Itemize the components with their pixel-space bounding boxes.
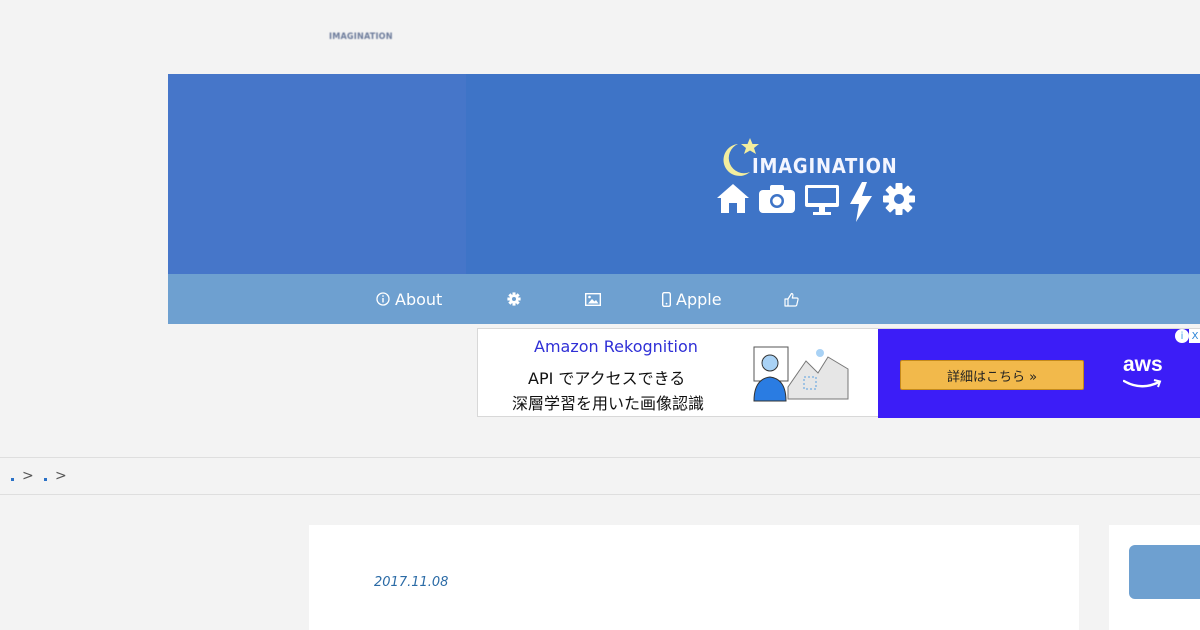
ad-line-2: 深層学習を用いた画像認識 [512, 394, 705, 413]
sidebar-widget [1109, 525, 1200, 630]
ad-illustration [753, 346, 849, 402]
ad-close-icon[interactable]: X [1189, 329, 1200, 343]
nav-item-label: About [395, 289, 443, 309]
gear-icon [507, 292, 521, 306]
post-date: 2017.11.08 [374, 575, 449, 590]
nav-item-likes[interactable] [784, 274, 804, 324]
breadcrumb-link-icon[interactable] [44, 477, 47, 481]
mobile-icon [662, 291, 671, 307]
nav-item-images[interactable] [585, 274, 606, 324]
site-brand-logo[interactable]: IMAGINATION [716, 138, 926, 224]
ad-title: Amazon Rekognition [534, 337, 698, 356]
breadcrumb-category[interactable]: > [44, 458, 67, 494]
main-nav: About Apple [168, 274, 1200, 324]
home-icon [717, 184, 749, 213]
breadcrumb: > > [0, 457, 1200, 495]
ad-line-1: API でアクセスできる [528, 369, 686, 388]
aws-smile-icon [1123, 379, 1162, 388]
nav-item-settings[interactable] [507, 274, 526, 324]
nav-item-apple[interactable]: Apple [662, 274, 722, 324]
breadcrumb-separator: > [22, 468, 34, 484]
ad-cta-panel: 詳細はこちら » aws i X [878, 329, 1200, 418]
breadcrumb-home[interactable]: > [11, 458, 34, 494]
gear-icon [883, 183, 915, 215]
breadcrumb-link-icon[interactable] [11, 477, 14, 481]
aws-logo: aws [1123, 353, 1163, 376]
site-header: IMAGINATION [168, 74, 1200, 274]
nav-item-label: Apple [676, 289, 722, 309]
breadcrumb-separator: > [55, 468, 67, 484]
ad-details-button[interactable]: 詳細はこちら » [900, 360, 1084, 390]
ad-info-icon[interactable]: i [1175, 329, 1189, 343]
thumbs-up-icon [784, 292, 799, 307]
monitor-icon [805, 185, 839, 215]
nav-item-about[interactable]: About [376, 274, 442, 324]
bolt-icon [850, 182, 872, 222]
ad-banner[interactable]: Amazon Rekognition API でアクセスできる 深層学習を用いた… [477, 328, 1200, 418]
brand-title: IMAGINATION [752, 154, 898, 178]
sidebar-button[interactable] [1129, 545, 1200, 599]
site-logo-small[interactable]: IMAGINATION [329, 32, 393, 42]
header-left-panel [168, 74, 466, 274]
info-icon [376, 292, 390, 306]
article-card: 2017.11.08 [309, 525, 1079, 630]
image-icon [585, 292, 601, 306]
camera-icon [759, 185, 795, 213]
